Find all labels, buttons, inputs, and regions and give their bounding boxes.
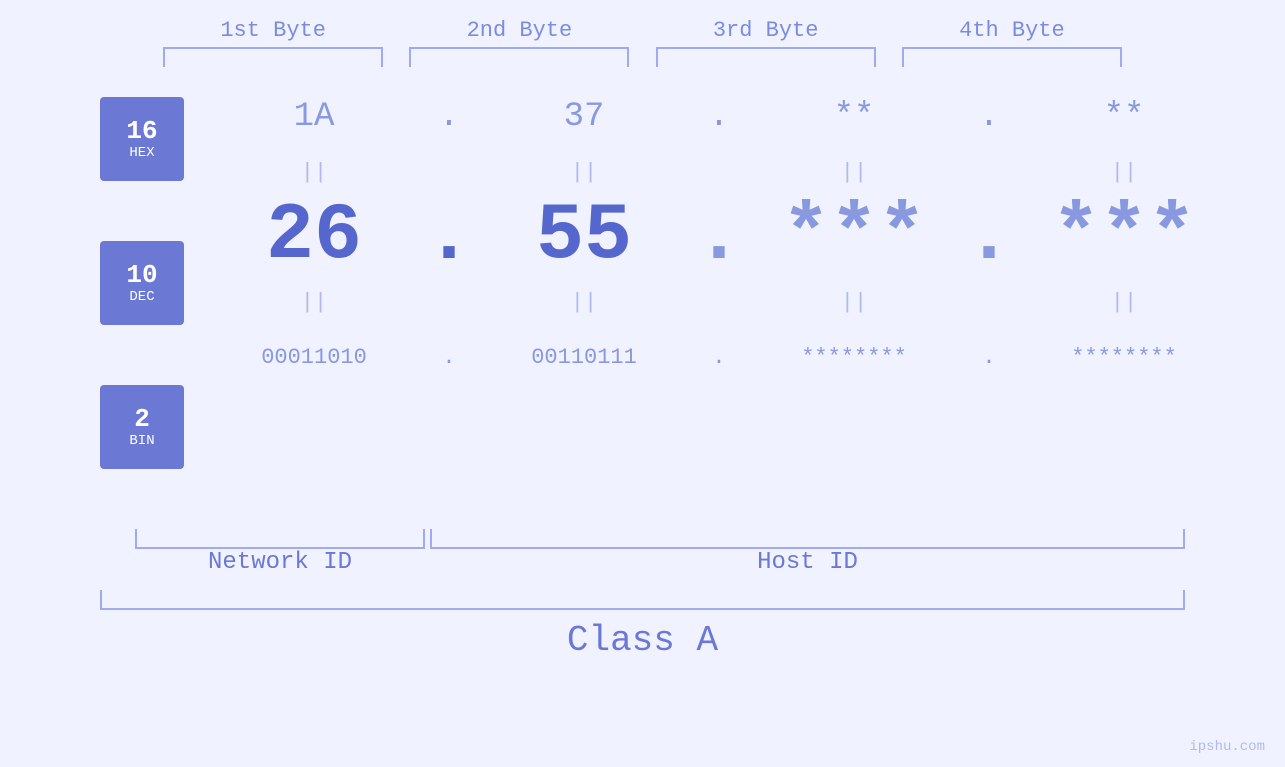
byte4-header: 4th Byte (902, 18, 1122, 43)
bin-base: BIN (129, 434, 154, 449)
host-id-label: Host ID (430, 549, 1185, 576)
main-container: 1st Byte 2nd Byte 3rd Byte 4th Byte 16 H… (0, 0, 1285, 767)
bin-b3: ******** (744, 345, 964, 370)
dec-b1: 26 (204, 197, 424, 277)
top-brackets (0, 47, 1285, 67)
hex-badge: 16 HEX (100, 97, 184, 181)
values-grid: 1A . 37 . ** . ** (204, 77, 1234, 397)
bin-b2: 00110111 (474, 345, 694, 370)
bracket-top-2 (409, 47, 629, 67)
dec-row: 26 . 55 . *** . *** (204, 187, 1234, 287)
class-label: Class A (567, 620, 718, 661)
eq1-b4: || (1014, 160, 1234, 185)
byte-headers: 1st Byte 2nd Byte 3rd Byte 4th Byte (0, 18, 1285, 43)
bracket-network (135, 529, 425, 549)
network-id-label: Network ID (135, 549, 425, 576)
dec-dot2: . (694, 192, 744, 283)
bin-dot1: . (424, 345, 474, 370)
eq1-b1: || (204, 160, 424, 185)
eq2-b3: || (744, 290, 964, 315)
id-labels-row: Network ID Host ID (100, 549, 1185, 576)
data-area: 16 HEX 10 DEC 2 BIN 1A . (0, 77, 1285, 529)
hex-b3: ** (744, 98, 964, 136)
hex-b4: ** (1014, 98, 1234, 136)
bin-dot3: . (964, 345, 1014, 370)
bin-num: 2 (134, 405, 150, 434)
dec-base: DEC (129, 290, 154, 305)
eq2-b1: || (204, 290, 424, 315)
bin-b1: 00011010 (204, 345, 424, 370)
byte2-header: 2nd Byte (409, 18, 629, 43)
hex-base: HEX (129, 146, 154, 161)
bracket-host (430, 529, 1185, 549)
hex-dot3: . (964, 98, 1014, 136)
dec-dot1: . (424, 192, 474, 283)
labels-column: 16 HEX 10 DEC 2 BIN (100, 97, 184, 529)
eq1-b3: || (744, 160, 964, 185)
watermark: ipshu.com (1189, 739, 1265, 755)
bottom-area: Network ID Host ID Class A (100, 529, 1185, 661)
bin-row: 00011010 . 00110111 . ******** . (204, 317, 1234, 397)
eq2-b2: || (474, 290, 694, 315)
bracket-top-1 (163, 47, 383, 67)
class-label-container: Class A (100, 620, 1185, 661)
hex-num: 16 (126, 117, 157, 146)
dec-badge: 10 DEC (100, 241, 184, 325)
equals-row-2: || || || || (204, 287, 1234, 317)
dec-b4: *** (1014, 197, 1234, 277)
bottom-brackets-row (100, 529, 1185, 549)
hex-b1: 1A (204, 98, 424, 136)
bracket-top-4 (902, 47, 1122, 67)
bin-dot2: . (694, 345, 744, 370)
hex-b2: 37 (474, 98, 694, 136)
dec-dot3: . (964, 192, 1014, 283)
bin-b4: ******** (1014, 345, 1234, 370)
byte3-header: 3rd Byte (656, 18, 876, 43)
eq1-b2: || (474, 160, 694, 185)
bin-badge: 2 BIN (100, 385, 184, 469)
eq2-b4: || (1014, 290, 1234, 315)
bracket-top-3 (656, 47, 876, 67)
dec-b3: *** (744, 197, 964, 277)
hex-row: 1A . 37 . ** . ** (204, 77, 1234, 157)
dec-num: 10 (126, 261, 157, 290)
hex-dot2: . (694, 98, 744, 136)
byte1-header: 1st Byte (163, 18, 383, 43)
dec-b2: 55 (474, 197, 694, 277)
hex-dot1: . (424, 98, 474, 136)
class-bracket (100, 590, 1185, 610)
equals-row-1: || || || || (204, 157, 1234, 187)
